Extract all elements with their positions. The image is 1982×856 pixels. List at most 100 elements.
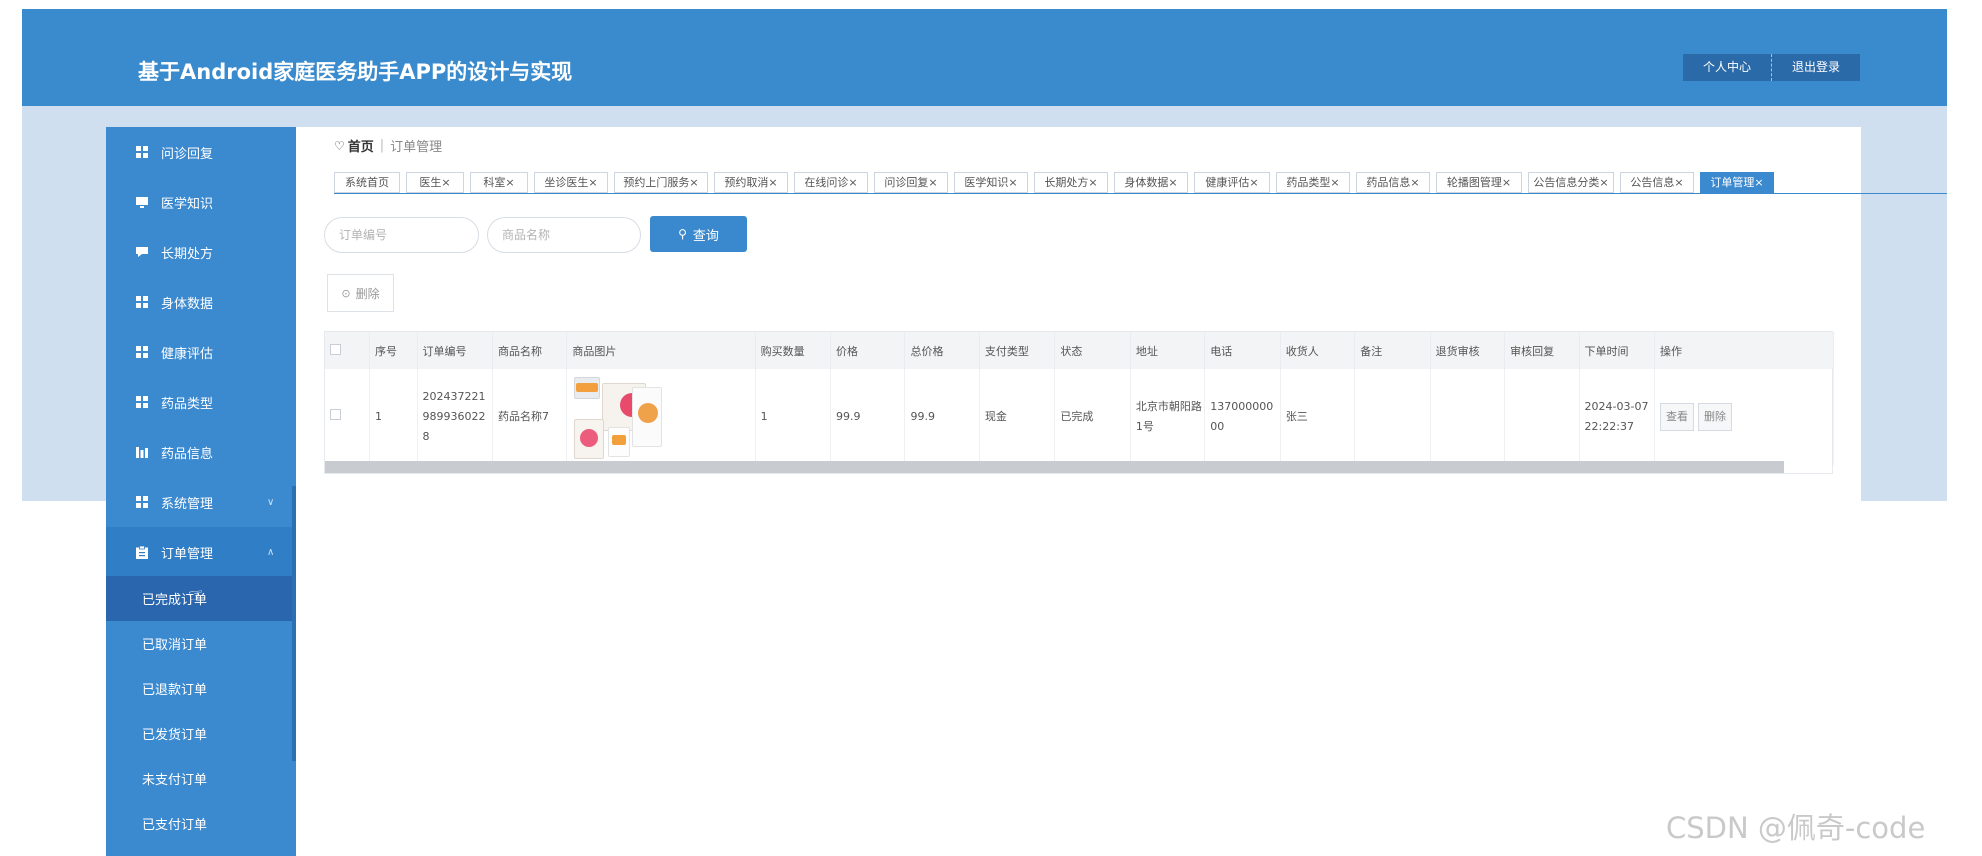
column-header: 状态 — [1054, 332, 1131, 369]
cell-product-name: 药品名称7 — [492, 369, 568, 465]
tab-3[interactable]: 坐诊医生× — [534, 172, 608, 193]
grid-icon — [135, 396, 148, 409]
sidebar-item-order-management[interactable]: 订单管理 ∧ — [106, 527, 296, 577]
orders-table: 序号 订单编号 商品名称 商品图片 购买数量 价格 总价格 支付类型 状态 地址… — [324, 331, 1834, 474]
tab-6[interactable]: 在线问诊× — [794, 172, 868, 193]
column-header: 商品图片 — [566, 332, 756, 369]
grid-icon — [135, 346, 148, 359]
submenu-label: 未支付订单 — [142, 773, 208, 788]
monitor-icon — [135, 196, 148, 209]
column-header: 收货人 — [1280, 332, 1356, 369]
column-header: 备注 — [1354, 332, 1431, 369]
query-button-label: 查询 — [692, 228, 719, 244]
product-name-input[interactable] — [487, 217, 641, 253]
select-all-checkbox[interactable] — [330, 343, 341, 355]
submenu-label: 已支付订单 — [142, 818, 208, 833]
grid-icon — [135, 296, 148, 309]
header-band — [22, 106, 1947, 127]
tab-0[interactable]: 系统首页 — [334, 172, 400, 193]
sidebar-item-label: 长期处方 — [161, 246, 214, 262]
horizontal-scrollbar[interactable] — [325, 461, 1784, 473]
row-checkbox[interactable] — [330, 409, 341, 420]
column-header: 下单时间 — [1579, 332, 1656, 369]
tab-bar: 系统首页 医生× 科室× 坐诊医生× 预约上门服务× 预约取消× 在线问诊× 问诊回复× 医学知… — [334, 172, 1947, 194]
tab-14[interactable]: 轮播图管理× — [1436, 172, 1522, 193]
submenu-label: 已退款订单 — [142, 683, 208, 698]
sidebar-item-system-management[interactable]: 系统管理 ∨ — [106, 477, 296, 527]
sidebar-scroll-strip — [292, 486, 296, 761]
tab-4[interactable]: 预约上门服务× — [614, 172, 708, 193]
query-button[interactable]: ⚲ 查询 — [650, 216, 747, 252]
cell-receiver: 张三 — [1280, 369, 1356, 465]
profile-center-button[interactable]: 个人中心 — [1683, 54, 1771, 81]
submenu-label: 已发货订单 — [142, 728, 208, 743]
table-header-row: 序号 订单编号 商品名称 商品图片 购买数量 价格 总价格 支付类型 状态 地址… — [325, 332, 1834, 369]
cell-status: 已完成 — [1054, 369, 1131, 465]
hand-cursor-icon: ☞ — [186, 583, 206, 608]
cell-index: 1 — [369, 369, 418, 465]
tab-13[interactable]: 药品信息× — [1356, 172, 1430, 193]
view-button[interactable]: 查看 — [1660, 403, 1695, 431]
table-row: 1 2024372219899360228 药品名称7 1 99.9 99.9 … — [325, 369, 1834, 465]
comment-icon — [135, 246, 148, 259]
tab-7[interactable]: 问诊回复× — [874, 172, 948, 193]
breadcrumb-separator: | — [379, 138, 385, 153]
sidebar-item-label: 健康评估 — [161, 346, 214, 362]
logout-button[interactable]: 退出登录 — [1771, 54, 1860, 81]
cell-pay-type: 现金 — [979, 369, 1056, 465]
submenu-unpaid-orders[interactable]: 未支付订单 — [106, 756, 296, 801]
row-select-cell — [325, 369, 370, 465]
sidebar-item-drug-type[interactable]: 药品类型 — [106, 377, 296, 427]
row-delete-button[interactable]: 删除 — [1698, 403, 1733, 431]
submenu-refunded-orders[interactable]: 已退款订单 — [106, 666, 296, 711]
submenu-paid-orders[interactable]: 已支付订单 — [106, 801, 296, 846]
header-actions: 个人中心 退出登录 — [1683, 54, 1861, 81]
tab-9[interactable]: 长期处方× — [1034, 172, 1108, 193]
tab-1[interactable]: 医生× — [406, 172, 464, 193]
tab-15[interactable]: 公告信息分类× — [1528, 172, 1614, 193]
sidebar-item-consult-reply[interactable]: 问诊回复 — [106, 127, 296, 177]
sidebar-item-drug-info[interactable]: 药品信息 — [106, 427, 296, 477]
sidebar-item-label: 问诊回复 — [161, 146, 214, 162]
breadcrumb-home[interactable]: ♡ 首页 — [334, 136, 374, 156]
cell-order-no: 2024372219899360228 — [417, 369, 493, 465]
delete-button-label: 删除 — [355, 286, 380, 301]
tab-2[interactable]: 科室× — [470, 172, 528, 193]
tab-5[interactable]: 预约取消× — [714, 172, 788, 193]
tab-8[interactable]: 医学知识× — [954, 172, 1028, 193]
column-header: 审核回复 — [1504, 332, 1580, 369]
order-no-text: 2024372219899360228 — [422, 390, 486, 443]
tab-12[interactable]: 药品类型× — [1276, 172, 1350, 193]
cell-actions: 查看 删除 — [1654, 369, 1834, 465]
cell-total: 99.9 — [904, 369, 980, 465]
delete-circle-icon: ⊙ — [341, 286, 351, 300]
tab-11[interactable]: 健康评估× — [1194, 172, 1270, 193]
chevron-up-icon[interactable]: ∧ — [267, 547, 274, 558]
delete-button[interactable]: ⊙ 删除 — [327, 274, 394, 312]
sidebar-item-medical-knowledge[interactable]: 医学知识 — [106, 177, 296, 227]
tab-16[interactable]: 公告信息× — [1620, 172, 1694, 193]
submenu-cancelled-orders[interactable]: 已取消订单 — [106, 621, 296, 666]
cell-remark — [1354, 369, 1431, 465]
cell-return-review — [1430, 369, 1506, 465]
sidebar-item-label: 身体数据 — [161, 296, 214, 312]
cell-price: 99.9 — [830, 369, 906, 465]
watermark: CSDN @佩奇-code — [1666, 811, 1926, 845]
select-all-cell — [325, 332, 370, 369]
submenu-label: 已取消订单 — [142, 638, 208, 653]
submenu-shipped-orders[interactable]: 已发货订单 — [106, 711, 296, 756]
cell-phone: 13700000000 — [1204, 369, 1281, 465]
column-header: 商品名称 — [492, 332, 568, 369]
column-header: 电话 — [1204, 332, 1281, 369]
tab-17[interactable]: 订单管理× — [1700, 172, 1774, 193]
product-image — [572, 373, 665, 461]
order-number-input[interactable] — [324, 217, 479, 253]
phone-text: 13700000000 — [1210, 400, 1274, 433]
sidebar-item-label: 医学知识 — [161, 196, 214, 212]
sidebar-item-health-assessment[interactable]: 健康评估 — [106, 327, 296, 377]
sidebar-item-long-term-prescription[interactable]: 长期处方 — [106, 227, 296, 277]
sidebar-item-body-data[interactable]: 身体数据 — [106, 277, 296, 327]
tab-10[interactable]: 身体数据× — [1114, 172, 1188, 193]
submenu-completed-orders[interactable]: 已完成订单 ☞ — [106, 576, 296, 621]
chevron-down-icon[interactable]: ∨ — [267, 497, 274, 508]
